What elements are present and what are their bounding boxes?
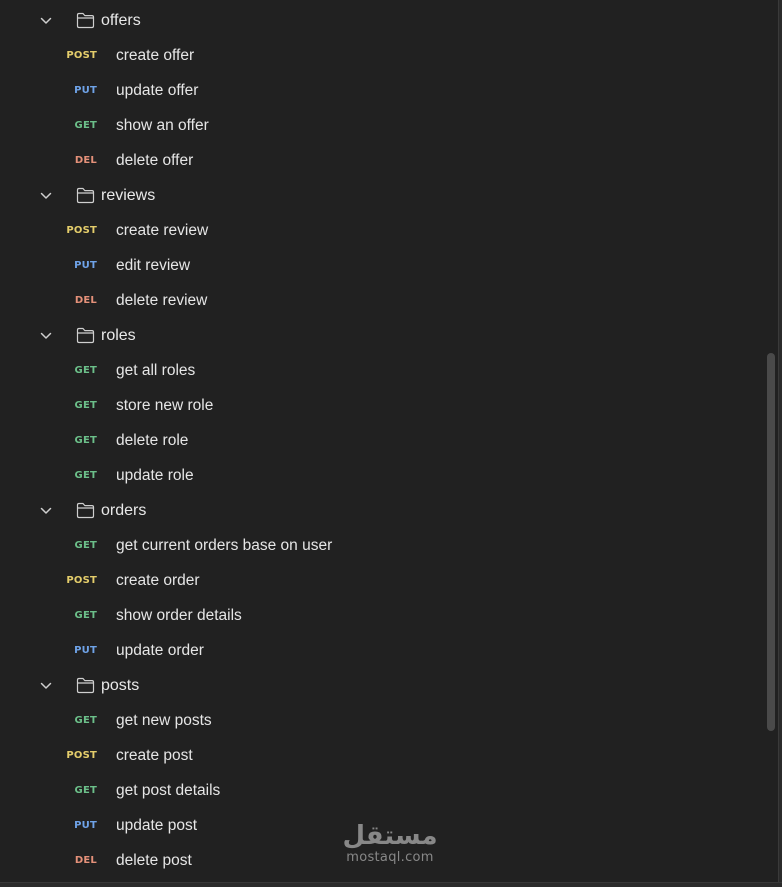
request-name: update role [116,467,194,484]
method-badge: GET [74,540,97,551]
watermark-latin-text: mostaql.com [346,850,434,865]
request-item[interactable]: DEL delete offer [0,143,768,178]
folder-name: orders [101,502,147,519]
method-badge: POST [66,225,97,236]
request-item[interactable]: GET get current orders base on user [0,528,768,563]
folder-row-reviews[interactable]: reviews [0,178,768,213]
method-badge: PUT [74,645,97,656]
chevron-down-icon[interactable] [39,14,53,28]
request-item[interactable]: POST create offer [0,38,768,73]
chevron-down-icon[interactable] [39,329,53,343]
request-name: show order details [116,607,242,624]
method-badge: GET [74,120,97,131]
folder-icon [76,502,95,519]
method-badge: POST [66,50,97,61]
folder-row-roles[interactable]: roles [0,318,768,353]
request-name: edit review [116,257,191,274]
watermark-logo: مستقل mostaql.com [340,822,440,865]
folder-icon [76,12,95,29]
request-item[interactable]: PUT edit review [0,248,768,283]
panel-bottom-border [0,882,782,887]
request-item[interactable]: GET show an offer [0,108,768,143]
method-badge: GET [74,365,97,376]
method-badge: GET [74,470,97,481]
folder-name: reviews [101,187,156,204]
watermark-arabic-text: مستقل [342,821,438,851]
request-item[interactable]: GET update role [0,458,768,493]
chevron-down-icon[interactable] [39,679,53,693]
request-name: create offer [116,47,195,64]
request-name: create post [116,747,193,764]
request-name: delete post [116,852,192,869]
request-item[interactable]: PUT update order [0,633,768,668]
folder-row-offers[interactable]: offers [0,3,768,38]
request-name: delete review [116,292,208,309]
request-name: create review [116,222,209,239]
request-name: get post details [116,782,221,799]
request-name: update offer [116,82,199,99]
method-badge: DEL [74,295,97,306]
request-name: create order [116,572,200,589]
method-badge: GET [74,435,97,446]
folder-name: roles [101,327,136,344]
panel-right-border [778,0,782,886]
request-item[interactable]: GET get post details [0,773,768,808]
request-name: show an offer [116,117,209,134]
request-item[interactable]: GET get new posts [0,703,768,738]
folder-icon [76,187,95,204]
chevron-down-icon[interactable] [39,504,53,518]
request-item[interactable]: POST create order [0,563,768,598]
method-badge: GET [74,400,97,411]
folder-icon [76,327,95,344]
request-item[interactable]: DEL delete review [0,283,768,318]
method-badge: PUT [74,260,97,271]
request-name: get all roles [116,362,196,379]
request-name: update order [116,642,204,659]
request-name: delete role [116,432,189,449]
request-name: delete offer [116,152,194,169]
request-item[interactable]: POST create post [0,738,768,773]
request-item[interactable]: GET get all roles [0,353,768,388]
scrollbar-thumb[interactable] [767,353,775,731]
collection-tree: offers POST create offer PUT update offer GET… [0,3,768,878]
method-badge: DEL [74,855,97,866]
request-name: store new role [116,397,214,414]
folder-name: posts [101,677,140,694]
request-item[interactable]: PUT update offer [0,73,768,108]
folder-row-posts[interactable]: posts [0,668,768,703]
folder-icon [76,677,95,694]
request-item[interactable]: GET store new role [0,388,768,423]
request-name: update post [116,817,198,834]
method-badge: GET [74,785,97,796]
chevron-down-icon[interactable] [39,189,53,203]
method-badge: GET [74,715,97,726]
request-name: get new posts [116,712,212,729]
request-item[interactable]: POST create review [0,213,768,248]
method-badge: PUT [74,820,97,831]
method-badge: DEL [74,155,97,166]
method-badge: GET [74,610,97,621]
request-item[interactable]: GET show order details [0,598,768,633]
method-badge: POST [66,575,97,586]
request-item[interactable]: GET delete role [0,423,768,458]
folder-name: offers [101,12,141,29]
request-name: get current orders base on user [116,537,333,554]
method-badge: PUT [74,85,97,96]
folder-row-orders[interactable]: orders [0,493,768,528]
method-badge: POST [66,750,97,761]
